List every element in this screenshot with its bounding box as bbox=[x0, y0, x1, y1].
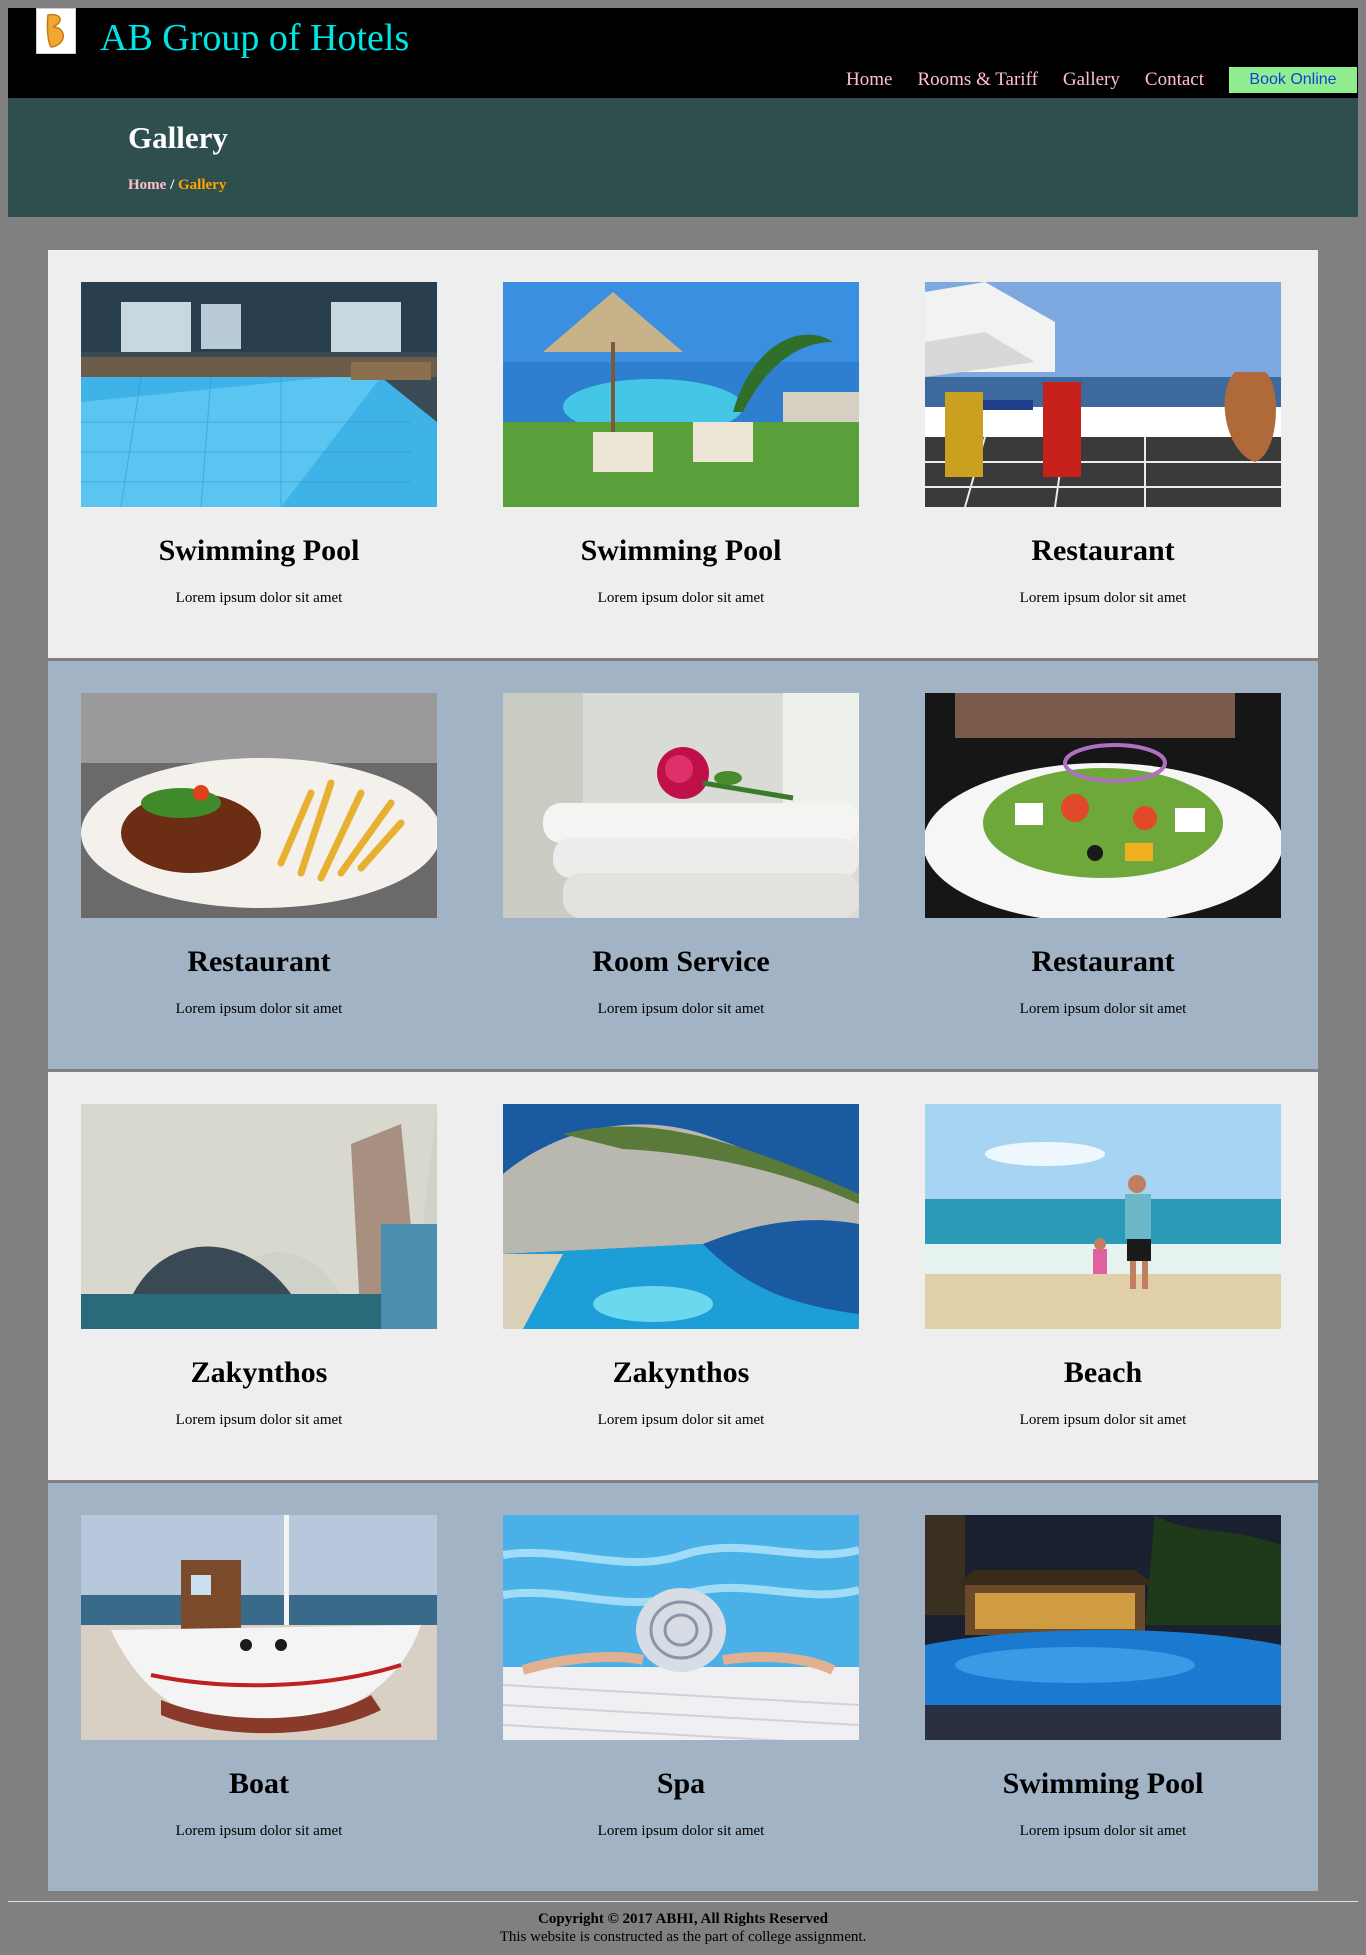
navagio-bay-photo[interactable] bbox=[503, 1104, 859, 1329]
gallery-card[interactable]: Boat Lorem ipsum dolor sit amet bbox=[81, 1515, 437, 1855]
breadcrumb-home-link[interactable]: Home bbox=[128, 177, 166, 193]
breadcrumb: Home / Gallery bbox=[128, 177, 226, 194]
boat-photo[interactable] bbox=[81, 1515, 437, 1740]
salad-plate-photo[interactable] bbox=[925, 693, 1281, 918]
gallery-card-caption: Lorem ipsum dolor sit amet bbox=[175, 1823, 343, 1839]
gallery-card-caption: Lorem ipsum dolor sit amet bbox=[597, 1001, 765, 1017]
gallery-card-title: Room Service bbox=[592, 945, 770, 978]
gallery-card-title: Zakynthos bbox=[190, 1356, 328, 1389]
spa-pool-hat-photo[interactable] bbox=[503, 1515, 859, 1740]
gallery-card-title: Spa bbox=[656, 1767, 706, 1800]
breadcrumb-current: Gallery bbox=[178, 177, 227, 193]
hotel-logo-icon[interactable] bbox=[36, 8, 76, 54]
night-pool-photo[interactable] bbox=[925, 1515, 1281, 1740]
gallery-card-title: Swimming Pool bbox=[1002, 1767, 1204, 1800]
gallery-card[interactable]: Swimming Pool Lorem ipsum dolor sit amet bbox=[925, 1515, 1281, 1855]
gallery-card-caption: Lorem ipsum dolor sit amet bbox=[175, 1001, 343, 1017]
indoor-pool-photo[interactable] bbox=[81, 282, 437, 507]
footer-divider bbox=[8, 1901, 1358, 1902]
gallery-grid: Swimming Pool Lorem ipsum dolor sit amet bbox=[48, 250, 1318, 1891]
breadcrumb-separator: / bbox=[166, 177, 178, 193]
gallery-card-caption: Lorem ipsum dolor sit amet bbox=[597, 1823, 765, 1839]
gallery-card-caption: Lorem ipsum dolor sit amet bbox=[1019, 1823, 1187, 1839]
gallery-row: Swimming Pool Lorem ipsum dolor sit amet bbox=[48, 250, 1318, 658]
gallery-card-title: Restaurant bbox=[187, 945, 331, 978]
gallery-card[interactable]: Spa Lorem ipsum dolor sit amet bbox=[503, 1515, 859, 1855]
nav-rooms-tariff[interactable]: Rooms & Tariff bbox=[917, 69, 1037, 91]
rock-arch-photo[interactable] bbox=[81, 1104, 437, 1329]
gallery-card-caption: Lorem ipsum dolor sit amet bbox=[175, 1412, 343, 1428]
gallery-card-caption: Lorem ipsum dolor sit amet bbox=[1019, 1412, 1187, 1428]
page-title: Gallery bbox=[128, 120, 228, 155]
towels-rose-photo[interactable] bbox=[503, 693, 859, 918]
gallery-card[interactable]: Zakynthos Lorem ipsum dolor sit amet bbox=[503, 1104, 859, 1444]
gallery-card[interactable]: Swimming Pool Lorem ipsum dolor sit amet bbox=[503, 282, 859, 622]
nav-gallery[interactable]: Gallery bbox=[1063, 69, 1120, 91]
gallery-row: Zakynthos Lorem ipsum dolor sit amet Zak… bbox=[48, 1072, 1318, 1480]
gallery-card-caption: Lorem ipsum dolor sit amet bbox=[597, 1412, 765, 1428]
nav-contact[interactable]: Contact bbox=[1145, 69, 1204, 91]
gallery-card[interactable]: Room Service Lorem ipsum dolor sit amet bbox=[503, 693, 859, 1033]
site-header: AB Group of Hotels Home Rooms & Tariff G… bbox=[8, 8, 1358, 98]
book-online-button[interactable]: Book Online bbox=[1229, 67, 1357, 93]
gallery-card[interactable]: Beach Lorem ipsum dolor sit amet bbox=[925, 1104, 1281, 1444]
gallery-card[interactable]: Restaurant Lorem ipsum dolor sit amet bbox=[81, 693, 437, 1033]
gallery-card-caption: Lorem ipsum dolor sit amet bbox=[1019, 1001, 1187, 1017]
pool-umbrella-photo[interactable] bbox=[503, 282, 859, 507]
footer-note: This website is constructed as the part … bbox=[499, 1929, 867, 1945]
gallery-card-title: Swimming Pool bbox=[158, 534, 360, 567]
gallery-card-caption: Lorem ipsum dolor sit amet bbox=[1019, 590, 1187, 606]
main-nav: Home Rooms & Tariff Gallery Contact Book… bbox=[846, 67, 1358, 93]
beach-walk-photo[interactable] bbox=[925, 1104, 1281, 1329]
steak-fries-photo[interactable] bbox=[81, 693, 437, 918]
gallery-card[interactable]: Swimming Pool Lorem ipsum dolor sit amet bbox=[81, 282, 437, 622]
page-banner: Gallery Home / Gallery bbox=[8, 98, 1358, 217]
gallery-row: Boat Lorem ipsum dolor sit amet Spa Lore… bbox=[48, 1483, 1318, 1891]
gallery-card-title: Restaurant bbox=[1031, 534, 1175, 567]
nav-home[interactable]: Home bbox=[846, 69, 892, 91]
gallery-card-title: Boat bbox=[229, 1767, 289, 1800]
gallery-card[interactable]: Zakynthos Lorem ipsum dolor sit amet bbox=[81, 1104, 437, 1444]
terrace-restaurant-photo[interactable] bbox=[925, 282, 1281, 507]
gallery-card-caption: Lorem ipsum dolor sit amet bbox=[597, 590, 765, 606]
gallery-card-title: Zakynthos bbox=[612, 1356, 750, 1389]
gallery-card-title: Restaurant bbox=[1031, 945, 1175, 978]
gallery-row: Restaurant Lorem ipsum dolor sit amet Ro… bbox=[48, 661, 1318, 1069]
gallery-card[interactable]: Restaurant Lorem ipsum dolor sit amet bbox=[925, 282, 1281, 622]
site-title[interactable]: AB Group of Hotels bbox=[100, 16, 409, 60]
gallery-card-caption: Lorem ipsum dolor sit amet bbox=[175, 590, 343, 606]
gallery-card-title: Swimming Pool bbox=[580, 534, 782, 567]
gallery-card-title: Beach bbox=[1063, 1356, 1143, 1389]
gallery-card[interactable]: Restaurant Lorem ipsum dolor sit amet bbox=[925, 693, 1281, 1033]
site-footer: Copyright © 2017 ABHI, All Rights Reserv… bbox=[8, 1910, 1358, 1946]
copyright-text: Copyright © 2017 ABHI, All Rights Reserv… bbox=[538, 1911, 828, 1927]
